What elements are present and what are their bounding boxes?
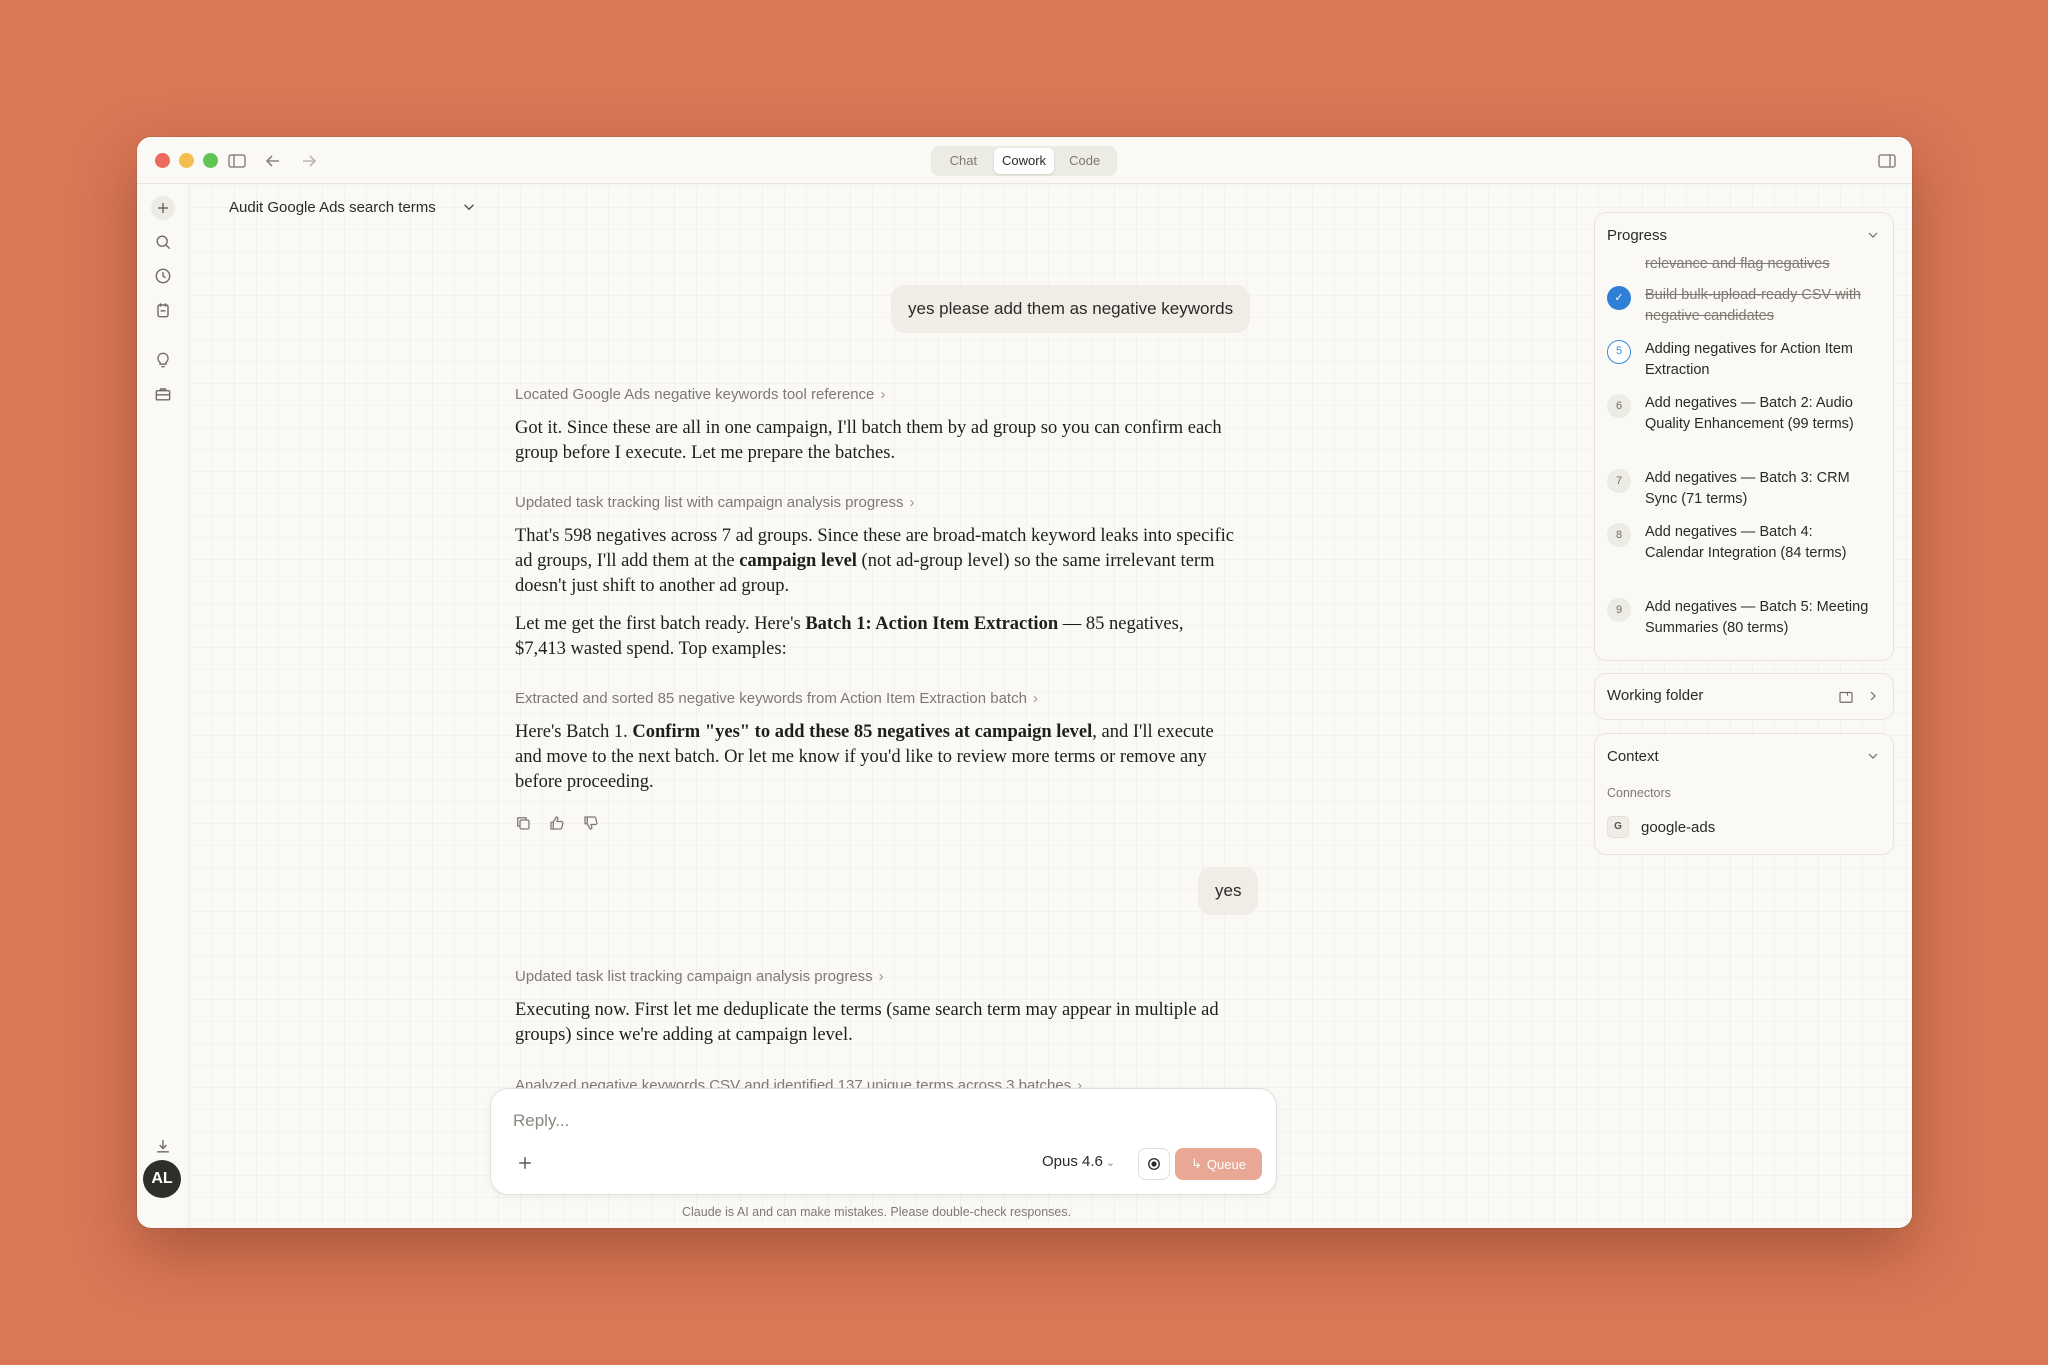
copy-icon[interactable] xyxy=(514,814,536,836)
mode-switcher: Chat Cowork Code xyxy=(931,146,1117,176)
reply-input[interactable]: Reply... xyxy=(513,1111,569,1131)
download-icon[interactable] xyxy=(151,1134,175,1158)
connectors-label: Connectors xyxy=(1607,786,1671,800)
tab-chat[interactable]: Chat xyxy=(933,148,994,174)
progress-step-label: Build bulk-upload-ready CSV with negativ… xyxy=(1645,287,1861,324)
connector-name: google-ads xyxy=(1641,818,1716,836)
queue-button[interactable]: ↳ Queue xyxy=(1175,1148,1262,1180)
progress-step-label: relevance and flag negatives xyxy=(1645,257,1830,272)
scheduled-tasks-icon[interactable] xyxy=(151,298,175,322)
reply-composer: Reply... Opus 4.6 ⌄ ↳ Queue xyxy=(490,1088,1277,1195)
progress-step-label: Add negatives — Batch 4: Calendar Integr… xyxy=(1645,524,1847,561)
progress-step-label: Adding negatives for Action Item Extract… xyxy=(1645,341,1853,378)
chevron-down-icon: ⌄ xyxy=(1105,1157,1116,1169)
back-arrow-icon[interactable] xyxy=(261,149,285,173)
zoom-window-button[interactable] xyxy=(203,153,218,168)
user-message: yes xyxy=(1198,867,1259,915)
step-number: 7 xyxy=(1607,469,1631,493)
title-bar: Chat Cowork Code xyxy=(137,137,1912,184)
context-title[interactable]: Context xyxy=(1607,748,1659,765)
bold-text: Confirm "yes" to add these 85 negatives … xyxy=(632,722,1093,742)
search-icon[interactable] xyxy=(151,230,175,254)
connector-item[interactable]: G google-ads xyxy=(1607,816,1715,838)
model-name: Opus 4.6 xyxy=(1042,1153,1103,1170)
queue-arrow-icon: ↳ xyxy=(1191,1156,1202,1171)
close-window-button[interactable] xyxy=(155,153,170,168)
chevron-right-icon: › xyxy=(1032,690,1038,707)
tool-step-label: Updated task tracking list with campaign… xyxy=(515,494,904,511)
progress-title[interactable]: Progress xyxy=(1607,227,1667,244)
assistant-paragraph: That's 598 negatives across 7 ad groups.… xyxy=(515,524,1235,599)
tool-step[interactable]: Located Google Ads negative keywords too… xyxy=(515,386,885,403)
tool-step[interactable]: Updated task tracking list with campaign… xyxy=(515,494,915,511)
google-ads-icon: G xyxy=(1607,816,1629,838)
left-rail: AL xyxy=(137,184,189,1228)
progress-step-label: Add negatives — Batch 2: Audio Quality E… xyxy=(1645,395,1854,432)
bold-text: Batch 1: Action Item Extraction xyxy=(805,614,1059,634)
context-panel: Context Connectors G google-ads xyxy=(1594,733,1894,855)
assistant-paragraph: Let me get the first batch ready. Here's… xyxy=(515,612,1235,662)
sidebar-toggle-icon[interactable] xyxy=(225,149,249,173)
thumbs-up-icon[interactable] xyxy=(548,814,570,836)
folder-icon[interactable] xyxy=(1837,688,1855,706)
progress-panel: Progress relevance and flag negatives ✓ … xyxy=(1594,212,1894,661)
thumbs-down-icon[interactable] xyxy=(582,814,604,836)
check-icon: ✓ xyxy=(1607,286,1631,310)
assistant-paragraph: Executing now. First let me deduplicate … xyxy=(515,1000,1219,1045)
tool-step[interactable]: Updated task list tracking campaign anal… xyxy=(515,968,884,985)
working-folder-title: Working folder xyxy=(1607,687,1704,704)
progress-step-label: Add negatives — Batch 3: CRM Sync (71 te… xyxy=(1645,470,1850,507)
message-actions xyxy=(514,814,604,836)
chevron-down-icon[interactable] xyxy=(1865,748,1881,764)
tool-step-label: Updated task list tracking campaign anal… xyxy=(515,968,873,985)
chevron-down-icon[interactable] xyxy=(460,198,478,216)
text-run: Here's Batch 1. xyxy=(515,722,633,742)
queue-label: Queue xyxy=(1206,1156,1246,1172)
chevron-right-icon: › xyxy=(880,386,886,403)
chevron-right-icon[interactable] xyxy=(1865,688,1881,704)
add-attachment-plus-icon[interactable] xyxy=(515,1153,535,1173)
avatar[interactable]: AL xyxy=(143,1160,181,1198)
tab-cowork[interactable]: Cowork xyxy=(993,148,1055,174)
record-button[interactable] xyxy=(1138,1148,1170,1180)
chevron-down-icon[interactable] xyxy=(1865,227,1881,243)
forward-arrow-icon[interactable] xyxy=(297,149,321,173)
history-clock-icon[interactable] xyxy=(151,264,175,288)
toolbox-icon[interactable] xyxy=(151,382,175,406)
tool-step-label: Extracted and sorted 85 negative keyword… xyxy=(515,690,1027,707)
step-number: 6 xyxy=(1607,394,1631,418)
progress-list: relevance and flag negatives ✓ Build bul… xyxy=(1607,257,1883,660)
lightbulb-icon[interactable] xyxy=(151,348,175,372)
user-message: yes please add them as negative keywords xyxy=(891,285,1251,333)
chevron-right-icon: › xyxy=(909,494,915,511)
text-run: Let me get the first batch ready. Here's xyxy=(515,614,806,634)
right-panel-toggle-icon[interactable] xyxy=(1875,149,1899,173)
disclaimer-text: Claude is AI and can make mistakes. Plea… xyxy=(682,1205,1072,1219)
bold-text: campaign level xyxy=(739,551,857,571)
progress-step-label: Add negatives — Batch 5: Meeting Summari… xyxy=(1645,599,1869,636)
step-number: 8 xyxy=(1607,523,1631,547)
working-folder-panel[interactable]: Working folder xyxy=(1594,673,1894,720)
model-selector[interactable]: Opus 4.6 ⌄ xyxy=(1042,1153,1115,1170)
minimize-window-button[interactable] xyxy=(179,153,194,168)
assistant-paragraph: Got it. Since these are all in one campa… xyxy=(515,418,1222,463)
assistant-paragraph: Here's Batch 1. Confirm "yes" to add the… xyxy=(515,720,1235,795)
tab-code[interactable]: Code xyxy=(1054,148,1115,174)
conversation-title[interactable]: Audit Google Ads search terms xyxy=(229,199,436,216)
step-number: 9 xyxy=(1607,598,1631,622)
record-icon xyxy=(1148,1158,1160,1170)
chevron-right-icon: › xyxy=(878,968,884,985)
tool-step[interactable]: Extracted and sorted 85 negative keyword… xyxy=(515,690,1038,707)
tool-step-label: Located Google Ads negative keywords too… xyxy=(515,386,875,403)
step-number: 5 xyxy=(1607,340,1631,364)
new-task-plus-icon[interactable] xyxy=(151,196,175,220)
